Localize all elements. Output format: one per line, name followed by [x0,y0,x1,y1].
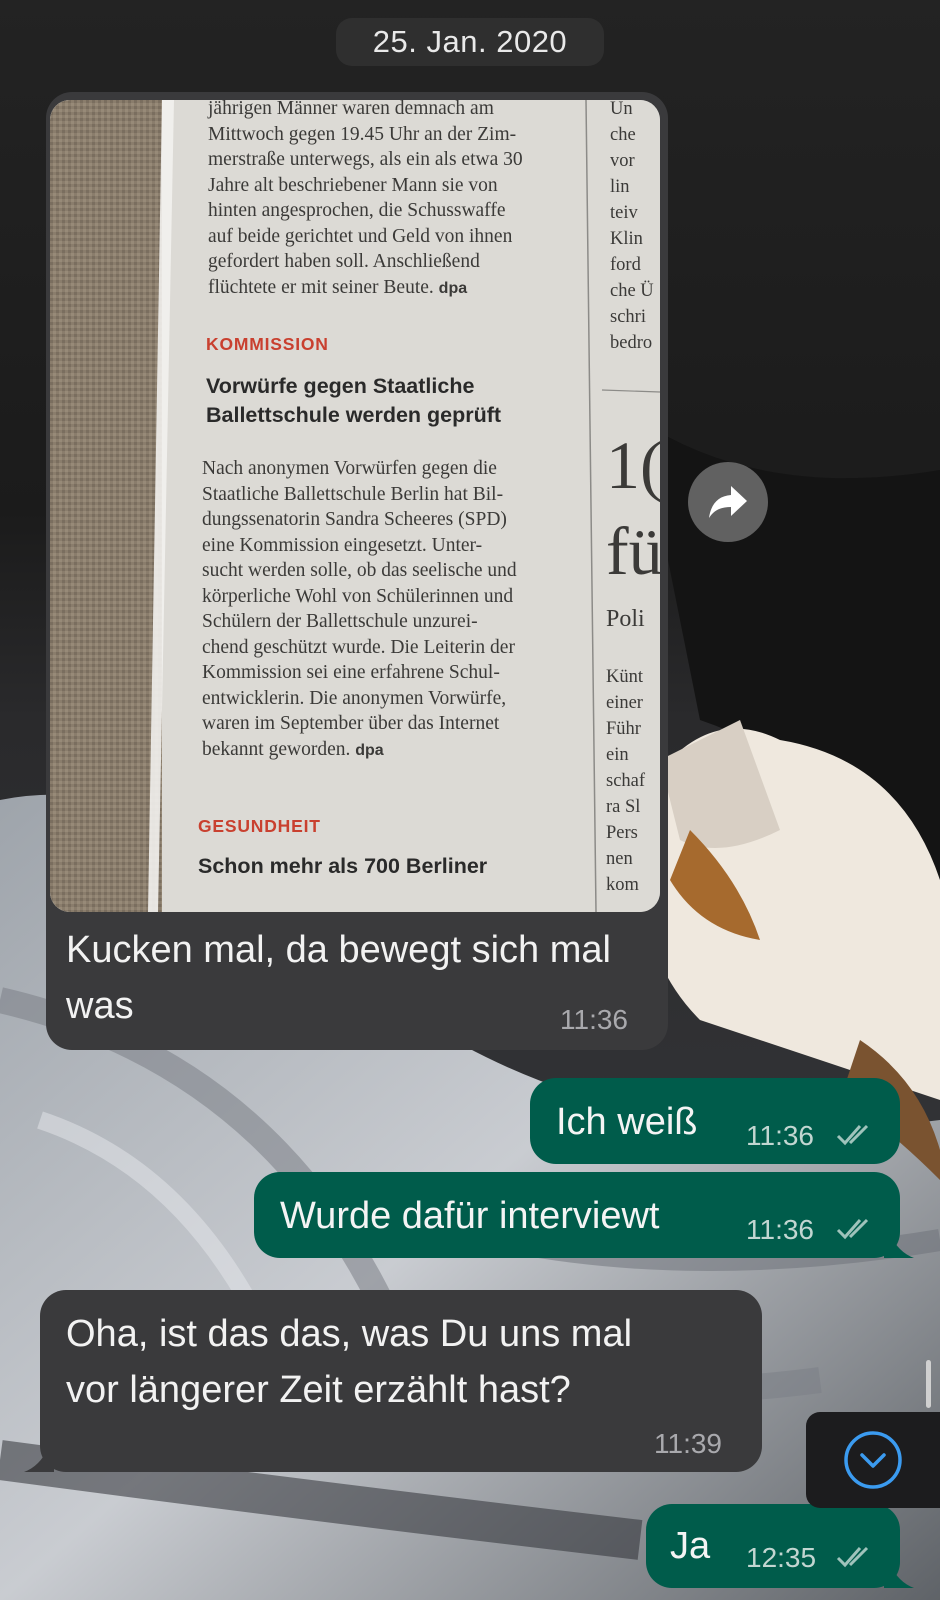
message-time: 11:36 [746,1120,814,1151]
text-line: Staatliche Ballettschule Berlin hat Bil- [202,483,504,505]
text-line: eine Kommission eingesetzt. Unter- [202,534,483,556]
forward-button[interactable] [688,462,768,542]
message-text: Oha, ist das das, was Du uns mal vor län… [66,1306,746,1418]
message-text: Ja [670,1525,711,1567]
text-fragment: bedro [610,333,653,353]
text-line: entwicklerin. Die anonymen Vorwürfe, [202,687,507,709]
text-line: bekannt geworden. dpa [202,738,384,760]
text-fragment: kom [606,875,639,895]
message-time: 12:35 [746,1542,817,1573]
text-line: jährigen Männer waren demnach am [208,100,494,119]
message-text: Wurde dafür interviewt [280,1195,660,1237]
text-line: dungssenatorin Sandra Scheeres (SPD) [202,509,507,530]
text-line: körperliche Wohl von Schülerinnen und [202,585,514,607]
text-fragment: ein [606,745,629,765]
text-line: Nach anonymen Vorwürfen gegen die [202,458,497,479]
bubble-tail [884,1564,914,1588]
message-time: 11:36 [560,1004,628,1035]
text-line: Jahre alt beschriebener Mann sie von [208,174,498,196]
text-fragment: schri [610,307,646,327]
text-fragment: ford [610,255,641,275]
scroll-indicator[interactable] [926,1360,931,1408]
scroll-to-bottom-button[interactable] [806,1412,940,1508]
message-time: 11:36 [746,1214,814,1245]
text-fragment: che [610,125,636,145]
newspaper-photo[interactable]: jährigen Männer waren demnach am Mittwoc… [50,100,660,912]
article-ballettschule-text: Nach anonymen Vorwürfen gegen die Staatl… [202,456,582,763]
text-line: merstraße unterwegs, als ein als etwa 30 [208,149,523,170]
dpa-tag: dpa [355,741,384,759]
message-text: Ich weiß [556,1101,698,1143]
headline-ballettschule: Vorwürfe gegen Staatliche Ballettschule … [206,372,501,430]
double-check-icon [836,1218,869,1240]
text-fragment: Pers [606,823,638,843]
right-column-subhead: Poli [606,606,645,632]
right-column-headline: 1( fü [606,422,660,594]
right-column-bottom: Künt einer Führ ein schaf ra Sl Pers nen… [606,664,645,898]
text-fragment: Un [610,100,633,119]
text-fragment: Künt [606,667,643,687]
text-fragment: vor [610,151,635,171]
text-fragment: einer [606,693,643,713]
message-caption: Kucken mal, da bewegt sich mal was [66,929,611,1027]
double-check-icon [836,1546,869,1568]
forward-icon [709,486,747,518]
headline-fragment: 1( [606,427,660,503]
text-fragment: ra Sl [606,797,641,817]
text-line: waren im September über das Internet [202,713,500,734]
text-line: flüchtete er mit seiner Beute. dpa [208,276,468,298]
headline-line: Vorwürfe gegen Staatliche [206,374,475,398]
dpa-tag: dpa [438,279,468,297]
double-check-icon [836,1124,869,1146]
chevron-down-icon [844,1431,902,1489]
text-line: chend geschützt wurde. Die Leiterin der [202,636,515,658]
text-fragment: Führ [606,719,641,739]
text-fragment: lin [610,177,630,197]
text-fragment: teiv [610,203,638,223]
headline-fragment: fü [606,513,660,589]
text-fragment: nen [606,849,633,869]
message-time: 11:39 [654,1428,722,1459]
right-column-top: Un che vor lin teiv Klin ford che Ü schr… [610,100,654,356]
date-chip: 25. Jan. 2020 [336,18,604,66]
text-line: Kommission sei eine erfahrene Schul- [202,662,500,683]
bubble-tail [884,1234,914,1258]
headline-line: Ballettschule werden geprüft [206,403,502,427]
text-fragment: che Ü [610,281,654,301]
text-fragment: schaf [606,771,646,791]
text-line: auf beide gerichtet und Geld von ihnen [208,225,513,247]
kicker-gesundheit: GESUNDHEIT [198,816,321,836]
text-line: hinten angesprochen, die Schusswaffe [208,200,506,221]
text-line: Schülern der Ballettschule unzurei- [202,611,478,632]
text-line: gefordert haben soll. Anschließend [208,251,480,272]
message-line: vor längerer Zeit erzählt hast? [66,1369,571,1411]
message-line: Oha, ist das das, was Du uns mal [66,1313,633,1355]
text-line: Mittwoch gegen 19.45 Uhr an der Zim- [208,123,517,145]
article-previous-text: jährigen Männer waren demnach am Mittwoc… [208,100,588,301]
text-fragment: Klin [610,229,643,249]
bubble-tail [24,1448,54,1472]
headline-berliner: Schon mehr als 700 Berliner [198,854,488,878]
text-line: sucht werden solle, ob das seelische und [202,560,517,581]
kicker-kommission: KOMMISSION [206,334,329,354]
